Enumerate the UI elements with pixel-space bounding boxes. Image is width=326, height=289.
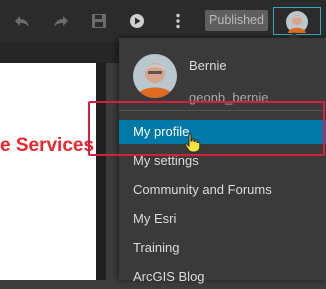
user-display-name: Bernie — [189, 58, 227, 73]
user-menu: Bernie geonb_bernie My profile My settin… — [119, 38, 326, 284]
avatar — [286, 11, 308, 33]
user-menu-button[interactable] — [273, 7, 321, 35]
profile-avatar — [133, 54, 177, 98]
canvas-divider — [96, 63, 106, 280]
redo-icon[interactable] — [52, 12, 70, 30]
undo-icon[interactable] — [13, 12, 31, 30]
save-icon[interactable] — [90, 12, 108, 30]
more-vertical-icon[interactable] — [169, 12, 187, 30]
highlight-annotation — [88, 101, 325, 156]
menu-item-training[interactable]: Training — [119, 236, 326, 260]
story-canvas — [0, 63, 96, 280]
menu-item-community-forums[interactable]: Community and Forums — [119, 178, 326, 202]
canvas-heading: e Services — [0, 135, 95, 156]
published-button[interactable]: Published — [205, 10, 268, 31]
editor-toolbar: Published — [0, 0, 326, 42]
menu-item-my-esri[interactable]: My Esri — [119, 207, 326, 231]
play-icon[interactable] — [128, 12, 146, 30]
menu-item-arcgis-blog[interactable]: ArcGIS Blog — [119, 265, 326, 289]
canvas-header — [0, 42, 120, 63]
